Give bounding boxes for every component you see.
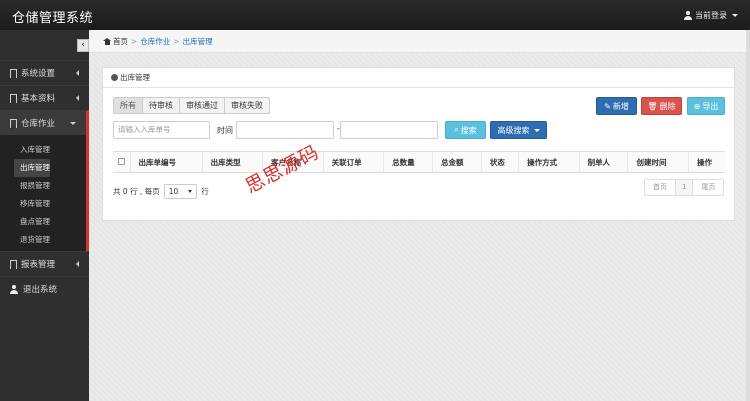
tab-rejected[interactable]: 审核失败 [225, 97, 270, 114]
user-label: 当前登录 [695, 11, 727, 20]
page-size-value: 10 [168, 187, 179, 196]
column-header[interactable]: 制单人 [578, 151, 628, 173]
submenu-item-stocktake[interactable]: 盘点管理 [0, 213, 86, 231]
chevron-left-icon [76, 95, 79, 101]
submenu-item-damage[interactable]: 报损管理 [0, 177, 86, 195]
column-header[interactable]: 操作方式 [518, 151, 580, 173]
table-header-row: 出库单编号 出库类型 客户名称 关联订单 总数量 总金额 状态 操作方式 制单人… [113, 151, 725, 173]
add-button[interactable]: ✎ 新增 [596, 97, 637, 115]
sidebar-item-label: 系统设置 [21, 69, 56, 79]
globe-icon [111, 74, 118, 81]
page-number-button[interactable]: 1 [676, 179, 694, 196]
sidebar-item-label: 退出系统 [23, 285, 58, 295]
column-header[interactable]: 总金额 [432, 151, 482, 173]
search-button[interactable]: ⌕ 搜索 [445, 121, 486, 139]
submenu-item-inbound[interactable]: 入库管理 [0, 141, 86, 159]
user-menu[interactable]: 当前登录 [684, 10, 738, 21]
export-icon: ⊕ [693, 101, 701, 111]
sidebar: ‹ 系统设置 基本资料 仓库作业 入库管理 出库管理 报损管理 移库管理 盘点管… [0, 30, 89, 401]
sidebar-item-logout[interactable]: 退出系统 [0, 276, 89, 301]
column-header[interactable]: 出库单编号 [129, 151, 203, 173]
panel-header: 出库管理 [103, 68, 734, 88]
search-button-label: 搜索 [460, 125, 477, 135]
bookmark-icon [10, 259, 17, 270]
chevron-left-icon [76, 70, 79, 76]
tab-approved[interactable]: 审核通过 [180, 97, 225, 114]
column-header[interactable]: 关联订单 [322, 151, 384, 173]
pagination-info: 共 0 行 , 每页 10 行 [113, 184, 209, 199]
pagination: 首页 1 尾页 [644, 179, 725, 196]
bookmark-icon [10, 118, 17, 129]
column-header[interactable]: 状态 [480, 151, 519, 173]
tab-pending[interactable]: 待审核 [143, 97, 180, 114]
column-header[interactable]: 总数量 [383, 151, 433, 173]
sidebar-item-basic-data[interactable]: 基本资料 [0, 85, 89, 110]
chevron-down-icon [70, 122, 76, 125]
delete-button-label: 删除 [659, 101, 676, 111]
sidebar-item-label: 仓库作业 [21, 119, 56, 129]
pagination-summary: 共 0 行 , 每页 [113, 187, 160, 196]
outbound-panel: 出库管理 所有 待审核 审核通过 审核失败 ✎ 新增 🗑 删除 ⊕ 导出 请输入… [102, 67, 735, 221]
user-icon [684, 11, 692, 20]
sidebar-item-label: 基本资料 [21, 94, 56, 104]
search-icon: ⌕ [454, 125, 459, 134]
advanced-search-button[interactable]: 高级搜索 [490, 121, 547, 139]
breadcrumb-home[interactable]: 首页 [103, 36, 128, 47]
delete-button[interactable]: 🗑 删除 [641, 97, 682, 115]
breadcrumb-separator: > [131, 36, 138, 46]
chevron-left-icon [76, 261, 79, 267]
time-label: 时间 [217, 126, 233, 135]
export-button[interactable]: ⊕ 导出 [687, 97, 725, 115]
home-icon [103, 37, 111, 45]
column-header[interactable]: 创建时间 [627, 151, 689, 173]
page-size-select[interactable]: 10 [163, 184, 198, 199]
scrollbar[interactable] [746, 30, 750, 401]
trash-icon: 🗑 [647, 101, 658, 111]
first-page-button[interactable]: 首页 [644, 179, 676, 196]
side-menu: 系统设置 基本资料 仓库作业 入库管理 出库管理 报损管理 移库管理 盘点管理 … [0, 60, 89, 301]
status-tabs: 所有 待审核 审核通过 审核失败 [113, 97, 270, 114]
add-button-label: 新增 [612, 101, 629, 111]
last-page-button[interactable]: 尾页 [693, 179, 725, 196]
sidebar-collapse-button[interactable]: ‹ [77, 39, 89, 52]
bookmark-icon [10, 68, 17, 79]
top-bar: 仓储管理系统 当前登录 [0, 0, 750, 30]
pencil-icon: ✎ [604, 101, 611, 111]
sidebar-item-warehouse-ops[interactable]: 仓库作业 [0, 110, 89, 135]
main-content: 出库管理 所有 待审核 审核通过 审核失败 ✎ 新增 🗑 删除 ⊕ 导出 请输入… [89, 53, 750, 401]
sidebar-item-reports[interactable]: 报表管理 [0, 251, 89, 276]
outbound-table: 出库单编号 出库类型 客户名称 关联订单 总数量 总金额 状态 操作方式 制单人… [113, 151, 725, 173]
app-title: 仓储管理系统 [12, 11, 94, 26]
column-header[interactable]: 操作 [687, 151, 725, 173]
breadcrumb-home-label: 首页 [113, 36, 128, 46]
breadcrumb: 首页 > 仓库作业 > 出库管理 [89, 30, 750, 53]
user-icon [10, 284, 18, 294]
tab-all[interactable]: 所有 [113, 97, 143, 114]
export-button-label: 导出 [702, 101, 719, 111]
advanced-search-label: 高级搜索 [497, 125, 530, 135]
order-number-input[interactable]: 请输入入库单号 [113, 121, 210, 139]
end-time-input[interactable] [340, 121, 438, 139]
select-all-cell [113, 151, 130, 173]
submenu-item-returns[interactable]: 退货管理 [0, 231, 86, 249]
breadcrumb-current: 出库管理 [182, 36, 213, 46]
pagination-suffix: 行 [201, 187, 209, 196]
warehouse-submenu: 入库管理 出库管理 报损管理 移库管理 盘点管理 退货管理 [0, 135, 89, 251]
submenu-item-outbound[interactable]: 出库管理 [14, 159, 50, 177]
breadcrumb-section[interactable]: 仓库作业 [140, 36, 170, 47]
chevron-down-icon [188, 190, 193, 193]
chevron-down-icon [533, 128, 540, 132]
sidebar-item-system-settings[interactable]: 系统设置 [0, 60, 89, 85]
sidebar-item-label: 报表管理 [21, 260, 56, 270]
bookmark-icon [10, 93, 17, 104]
panel-title: 出库管理 [120, 73, 150, 82]
select-all-checkbox[interactable] [117, 157, 125, 165]
chevron-down-icon [732, 14, 738, 17]
submenu-item-transfer[interactable]: 移库管理 [0, 195, 86, 213]
start-time-input[interactable] [236, 121, 334, 139]
breadcrumb-separator: > [173, 36, 180, 46]
